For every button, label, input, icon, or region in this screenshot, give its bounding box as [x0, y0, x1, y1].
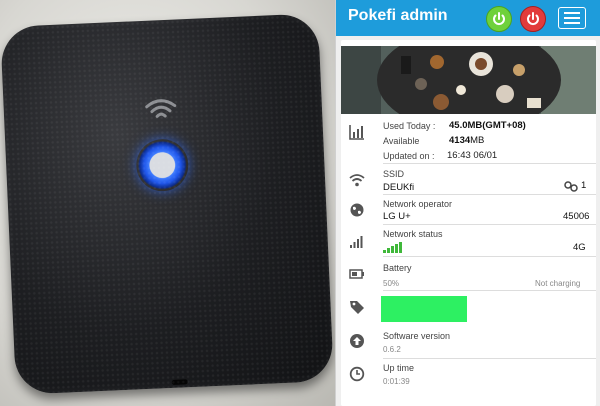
usb-port — [171, 379, 188, 385]
battery-icon — [349, 269, 364, 279]
divider — [383, 194, 596, 195]
clock-icon — [349, 366, 365, 382]
pocket-wifi-device — [0, 13, 334, 395]
network-type: 4G — [573, 242, 586, 253]
admin-panel: Pokefi admin Used Today: 45.0MB(GMT+08)… — [335, 0, 600, 406]
operator-label: Network operator — [383, 199, 453, 209]
software-version-label: Software version — [383, 331, 451, 341]
battery-label: Battery — [383, 263, 412, 273]
connected-clients: 1 — [581, 180, 587, 191]
wifi-icon — [145, 99, 177, 118]
globe-icon — [350, 203, 364, 217]
updated-on-label: Updated on : — [383, 151, 435, 161]
uptime-value: 0:01:39 — [383, 377, 410, 386]
link-icon[interactable] — [563, 180, 579, 192]
device-photo — [0, 0, 335, 406]
app-title: Pokefi admin — [348, 7, 448, 24]
tag-icon — [350, 301, 364, 314]
uptime-label: Up time — [383, 363, 415, 373]
software-version-value: 0.6.2 — [383, 345, 401, 354]
refresh-power-icon — [493, 12, 505, 25]
shutdown-button[interactable] — [520, 6, 546, 32]
ssid-label: SSID — [383, 169, 405, 179]
battery-level: 50% — [383, 279, 400, 288]
battery-state: Not charging — [535, 279, 581, 288]
signal-icon — [350, 236, 363, 248]
status-card: Used Today : 45.0MB(GMT+08) Available 41… — [341, 40, 596, 406]
restart-button[interactable] — [486, 6, 512, 32]
used-today-value: 45.0MB(GMT+08) — [449, 120, 526, 131]
divider — [383, 224, 596, 225]
divider — [383, 163, 596, 164]
available-label: Available — [383, 136, 420, 146]
available-amount: 4134 — [449, 135, 471, 146]
used-today-label: Used Today : — [383, 121, 436, 131]
menu-icon — [564, 12, 580, 14]
divider — [383, 290, 596, 291]
operator-value: LG U+ — [383, 211, 411, 222]
wifi-icon — [349, 174, 365, 187]
menu-button[interactable] — [558, 7, 586, 29]
upload-icon — [350, 334, 364, 348]
network-status-label: Network status — [383, 229, 443, 239]
power-button[interactable] — [135, 138, 190, 193]
ssid-value: DEUKfi — [383, 182, 415, 193]
top-bar: Pokefi admin — [336, 0, 600, 36]
signal-strength-bars — [383, 242, 402, 253]
divider — [383, 358, 596, 359]
available-value: 4134MB — [449, 135, 484, 146]
chart-icon — [349, 125, 364, 140]
redacted-block — [381, 296, 467, 322]
operator-code: 45006 — [563, 211, 590, 222]
divider — [383, 256, 596, 257]
banner-image — [341, 46, 596, 114]
power-icon — [527, 12, 539, 25]
updated-on-value: 16:43 06/01 — [447, 150, 498, 161]
available-unit: MB — [470, 135, 485, 146]
